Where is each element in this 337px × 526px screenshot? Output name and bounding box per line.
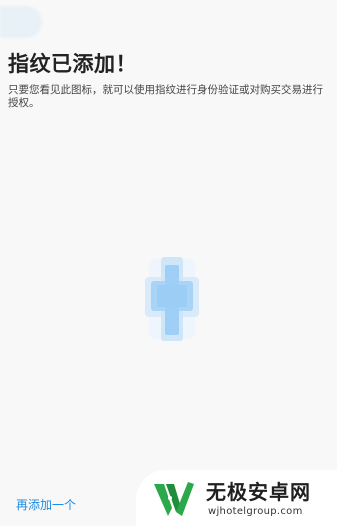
fingerprint-added-screen: 指纹已添加！ 只要您看见此图标，就可以使用指纹进行身份验证或对购买交易进行授权。… bbox=[0, 0, 337, 526]
fingerprint-icon bbox=[145, 257, 199, 341]
page-title: 指纹已添加！ bbox=[8, 52, 137, 76]
top-left-status-blob bbox=[0, 6, 42, 38]
watermark-site-name: 无极安卓网 bbox=[206, 480, 311, 504]
add-another-button[interactable]: 再添加一个 bbox=[16, 497, 76, 513]
watermark-badge: 无极安卓网 wjhotelgroup.com bbox=[136, 470, 337, 526]
wj-logo-icon bbox=[154, 482, 194, 516]
description-text: 只要您看见此图标，就可以使用指纹进行身份验证或对购买交易进行授权。 bbox=[8, 84, 323, 109]
watermark-site-url: wjhotelgroup.com bbox=[208, 506, 303, 517]
